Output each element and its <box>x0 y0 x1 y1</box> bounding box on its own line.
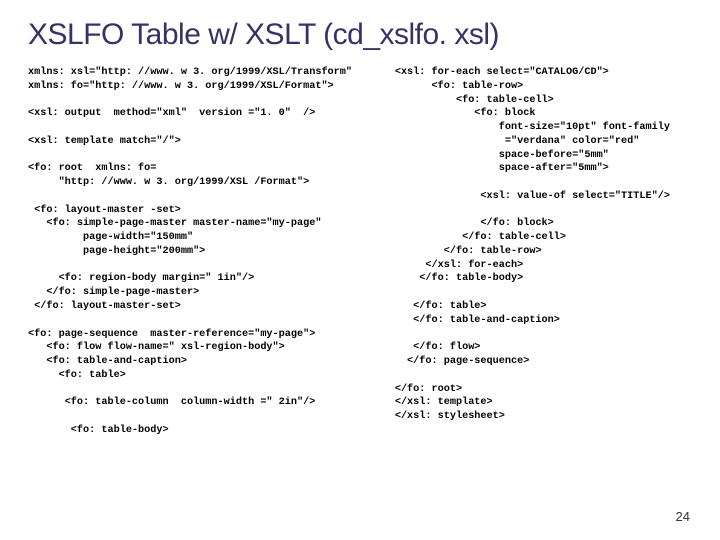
code-block-right: <xsl: for-each select="CATALOG/CD"> <fo:… <box>395 66 692 424</box>
right-column: <xsl: for-each select="CATALOG/CD"> <fo:… <box>395 66 692 438</box>
slide-container: XSLFO Table w/ XSLT (cd_xslfo. xsl) xmln… <box>0 0 720 448</box>
slide-title: XSLFO Table w/ XSLT (cd_xslfo. xsl) <box>28 18 692 52</box>
page-number: 24 <box>676 509 690 524</box>
code-block-left: xmlns: xsl="http: //www. w 3. org/1999/X… <box>28 66 377 438</box>
left-column: xmlns: xsl="http: //www. w 3. org/1999/X… <box>28 66 377 438</box>
code-columns: xmlns: xsl="http: //www. w 3. org/1999/X… <box>28 66 692 438</box>
